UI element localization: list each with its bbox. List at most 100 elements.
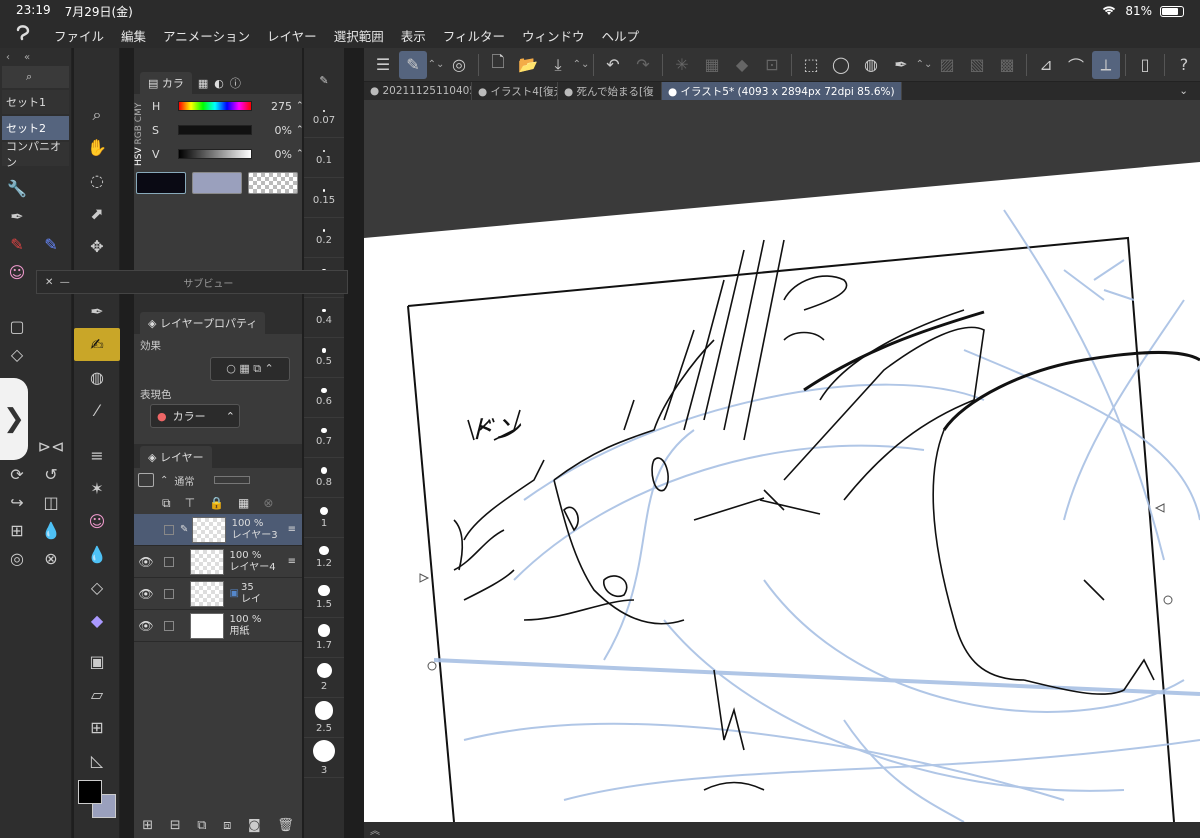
fill-icon[interactable]: ◆ (728, 51, 756, 79)
spiral-icon[interactable]: ◎ (445, 51, 473, 79)
ref-layer-icon[interactable]: ⊤ (185, 496, 195, 510)
chevron-left-icon[interactable]: ‹ (6, 52, 10, 63)
fill-tool-icon[interactable]: ◆ (74, 604, 120, 637)
pencil-tool-icon[interactable]: ✍ (74, 328, 120, 361)
pen-tool-icon[interactable]: ✒ (74, 295, 120, 328)
lock-transparency-icon[interactable]: ▦ (238, 496, 249, 510)
brush-icon[interactable]: ⌒ (1062, 51, 1090, 79)
brush-size-item[interactable]: 0.1 (304, 138, 344, 178)
grid-selection-icon[interactable]: ▩ (993, 51, 1021, 79)
brush-size-item[interactable]: 1.7 (304, 618, 344, 658)
transform-icon[interactable]: ⊡ (758, 51, 786, 79)
color-wheel-tab[interactable]: ▤ カラ (140, 72, 192, 94)
layer-menu-icon[interactable]: ≡ (288, 556, 296, 567)
lines-icon[interactable]: ≡ (74, 439, 120, 472)
help-icon[interactable]: ? (1170, 51, 1198, 79)
stepper-icon[interactable]: ⌃⌄ (428, 51, 445, 79)
brush-size-item[interactable]: 0.4 (304, 298, 344, 338)
menu-file[interactable]: ファイル (54, 26, 104, 45)
layer-color-icon[interactable] (138, 473, 154, 487)
merge-layer-icon[interactable]: ⧈ (223, 818, 231, 833)
value-slider[interactable]: V 0% ⌃ (144, 142, 304, 166)
mix-tab-icon[interactable]: ◐ (214, 77, 224, 90)
figure-icon[interactable]: ▱ (74, 678, 120, 711)
saturation-slider[interactable]: S 0% ⌃ (144, 118, 304, 142)
flip-icon[interactable]: ⊳⊲ (36, 432, 66, 460)
brush-size-item[interactable]: 2.5 (304, 698, 344, 738)
chevron-up-icon[interactable]: ︽ (370, 826, 380, 837)
mask-icon[interactable]: ⊗ (263, 496, 273, 510)
color-swatch-pair[interactable] (78, 780, 118, 826)
brush-size-item[interactable]: 0.2 (304, 218, 344, 258)
open-folder-icon[interactable]: 📂 (514, 51, 542, 79)
menu-view[interactable]: 表示 (401, 26, 426, 45)
red-pen-icon[interactable]: ✎ (2, 230, 32, 258)
opacity-slider[interactable] (214, 476, 251, 484)
new-raster-layer-icon[interactable]: ⊞ (142, 818, 153, 833)
menu-window[interactable]: ウィンドウ (522, 26, 585, 45)
main-color-swatch[interactable] (136, 172, 186, 194)
avatar-icon[interactable]: ☺ (2, 258, 32, 286)
menu-animation[interactable]: アニメーション (163, 26, 250, 45)
rotate-icon[interactable]: ⟳ (2, 460, 32, 488)
redo-icon[interactable]: ↷ (629, 51, 657, 79)
set-item-companion[interactable]: コンパニオン (2, 140, 69, 169)
hand-icon[interactable]: ✋ (74, 131, 120, 164)
menu-layer[interactable]: レイヤー (267, 26, 317, 45)
pen-icon[interactable]: ✒ (2, 202, 32, 230)
object-select-icon[interactable]: ⬈ (74, 197, 120, 230)
minimize-icon[interactable]: — (60, 277, 70, 288)
reset-rotation-icon[interactable]: ↺ (36, 460, 66, 488)
search-row[interactable]: ⌕ (2, 66, 69, 88)
eye-icon[interactable]: 👁 (134, 555, 158, 569)
layer-row[interactable]: ✎ 100 % レイヤー3 ≡ (134, 514, 302, 546)
layer-row[interactable]: 👁 100 % レイヤー4 ≡ (134, 546, 302, 578)
move-icon[interactable]: ✥ (74, 230, 120, 263)
invert-selection-icon[interactable]: ▧ (963, 51, 991, 79)
eyedropper-icon[interactable]: ⁄ (74, 394, 120, 427)
transparent-color-swatch[interactable] (248, 172, 298, 194)
eye-icon[interactable]: 👁 (134, 587, 158, 601)
zoom-icon[interactable]: ⌕ (74, 98, 120, 131)
hue-slider[interactable]: H 275 ⌃ (144, 94, 304, 118)
lock-icon[interactable]: 🔒 (209, 496, 224, 510)
trash-icon[interactable]: 🗑 (277, 818, 294, 833)
spinner-icon[interactable]: ✳ (668, 51, 696, 79)
stepper-icon[interactable]: ⌃⌄ (573, 51, 590, 79)
tab-doc-4[interactable]: ● イラスト5* (4093 x 2894px 72dpi 85.6%) (662, 82, 902, 100)
subview-window[interactable]: ✕ — サブビュー (36, 270, 348, 294)
blue-pen-icon[interactable]: ✎ (36, 230, 66, 258)
ruler-icon[interactable]: ⊿ (1032, 51, 1060, 79)
brush-size-item[interactable]: 1 (304, 498, 344, 538)
lasso-tool-icon[interactable]: ◌ (74, 164, 120, 197)
select-pen-icon[interactable]: ◍ (857, 51, 885, 79)
new-vector-layer-icon[interactable]: ⊟ (170, 818, 181, 833)
layer-menu-icon[interactable]: ≡ (288, 524, 296, 535)
brush-size-item[interactable]: 0.15 (304, 178, 344, 218)
clip-icon[interactable]: ⧉ (162, 496, 171, 511)
mask-create-icon[interactable]: ◙ (248, 818, 261, 833)
brush-size-item[interactable]: 0.5 (304, 338, 344, 378)
app-logo-icon[interactable] (14, 24, 36, 46)
clear-selection-icon[interactable]: ▨ (933, 51, 961, 79)
drawing-canvas[interactable]: ドン (364, 100, 1200, 822)
brush-tool-icon[interactable]: ◍ (74, 361, 120, 394)
menu-edit[interactable]: 編集 (121, 26, 146, 45)
close-icon[interactable]: ✕ (45, 277, 53, 288)
lasso-icon[interactable]: ◯ (827, 51, 855, 79)
edit-pen-icon[interactable]: ✎ (399, 50, 427, 79)
tab-doc-2[interactable]: ● イラスト4[復元 (472, 82, 558, 100)
chevron-down-icon[interactable]: ⌄ (1179, 85, 1188, 97)
hamburger-menu-icon[interactable]: ☰ (369, 51, 397, 79)
menu-selection[interactable]: 選択範囲 (334, 26, 384, 45)
info-tab-icon[interactable]: ⓘ (230, 75, 241, 91)
eraser-tool-icon[interactable]: ◇ (74, 571, 120, 604)
new-folder-icon[interactable]: ⧉ (197, 818, 206, 833)
new-file-icon[interactable]: 🗋 (484, 51, 512, 79)
layer-row[interactable]: 👁 100 % 用紙 (134, 610, 302, 642)
select-layer-icon[interactable]: ▦ (698, 51, 726, 79)
ruler-tool-icon[interactable]: ◺ (74, 744, 120, 777)
brush-size-item[interactable]: 0.7 (304, 418, 344, 458)
tab-doc-3[interactable]: ● 死んで始まる[復 (558, 82, 662, 100)
brush-size-item[interactable]: 0.8 (304, 458, 344, 498)
